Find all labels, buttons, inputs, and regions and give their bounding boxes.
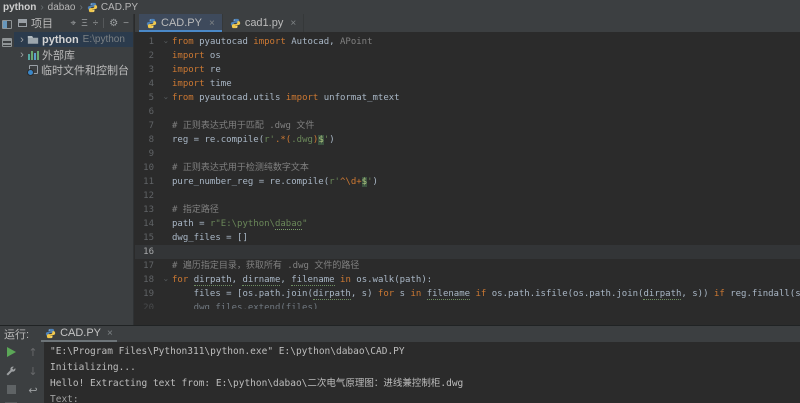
tab-cad-py[interactable]: CAD.PY ×	[139, 14, 223, 32]
project-panel-header: 项目 ⌖ Ξ ÷ ⚙ −	[14, 14, 133, 32]
stop-button[interactable]	[7, 385, 16, 394]
code-line: 20 dwg_files.extend(files)	[135, 301, 800, 309]
project-view-icon	[18, 19, 27, 27]
toolbar-divider	[103, 18, 104, 28]
code-line: 7# 正则表达式用于匹配 .dwg 文件	[135, 119, 800, 133]
hide-panel-icon[interactable]: −	[123, 18, 129, 29]
code-line: 3import re	[135, 63, 800, 77]
structure-tool-icon[interactable]	[2, 38, 12, 47]
project-panel-title: 项目	[31, 15, 53, 31]
tree-item-scratches[interactable]: 临时文件和控制台	[14, 62, 133, 77]
code-line: 16	[135, 245, 800, 259]
console-line: "E:\Program Files\Python311\python.exe" …	[50, 344, 800, 360]
run-panel-title: 运行:	[4, 326, 29, 342]
python-file-icon	[45, 328, 56, 339]
code-area[interactable]: 1›from pyautocad import Autocad, APoint2…	[135, 32, 800, 309]
breadcrumb-folder[interactable]: dabao	[48, 2, 76, 13]
chevron-right-icon[interactable]: ›	[17, 49, 27, 61]
run-panel: 运行: CAD.PY × ↑ ↓ ↩ ↓	[0, 325, 800, 403]
expand-icon[interactable]: ÷	[93, 18, 99, 29]
close-icon[interactable]: ×	[209, 18, 215, 29]
tree-item-label: 外部库	[42, 47, 75, 62]
code-line: 11pure_number_reg = re.compile(r'^\d+$')	[135, 175, 800, 189]
tab-label: CAD.PY	[161, 17, 202, 29]
code-line: 18›for dirpath, dirname, filename in os.…	[135, 273, 800, 287]
breadcrumb: python › dabao › CAD.PY	[0, 0, 800, 14]
console-line: Initializing...	[50, 360, 800, 376]
console-output[interactable]: "E:\Program Files\Python311\python.exe" …	[44, 342, 800, 403]
code-line: 19 files = [os.path.join(dirpath, s) for…	[135, 287, 800, 301]
console-line: Hello! Extracting text from: E:\python\d…	[50, 376, 800, 392]
code-editor[interactable]: 1›from pyautocad import Autocad, APoint2…	[135, 32, 800, 325]
tree-item-path: E:\python	[83, 34, 125, 45]
chevron-right-icon[interactable]: ›	[17, 34, 27, 46]
ide-window: python › dabao › CAD.PY 项目 ⌖ Ξ ÷ ⚙	[0, 0, 800, 403]
console-line-partial: Text:	[50, 392, 800, 403]
project-panel: 项目 ⌖ Ξ ÷ ⚙ − › python E:\python	[14, 14, 134, 325]
code-line: 13# 指定路径	[135, 203, 800, 217]
code-line: 12	[135, 189, 800, 203]
locate-file-icon[interactable]: ⌖	[71, 18, 77, 29]
code-line: 15dwg_files = []	[135, 231, 800, 245]
breadcrumb-file[interactable]: CAD.PY	[87, 2, 138, 13]
code-line: 5›from pyautocad.utils import unformat_m…	[135, 91, 800, 105]
tree-item-external-libraries[interactable]: › 外部库	[14, 47, 133, 62]
down-arrow-icon[interactable]: ↓	[28, 366, 37, 377]
chevron-right-icon: ›	[79, 2, 82, 13]
tab-cad1-py[interactable]: cad1.py ×	[223, 14, 304, 32]
tree-item-label: python	[42, 34, 79, 46]
collapse-all-icon[interactable]: Ξ	[81, 18, 88, 29]
code-line: 1›from pyautocad import Autocad, APoint	[135, 35, 800, 49]
code-line: 8reg = re.compile(r'.*(.dwg)$')	[135, 133, 800, 147]
close-icon[interactable]: ×	[290, 18, 296, 29]
soft-wrap-icon[interactable]: ↩	[28, 385, 37, 396]
python-file-icon	[146, 18, 157, 29]
tab-label: cad1.py	[245, 17, 284, 29]
code-line: 2import os	[135, 49, 800, 63]
project-tool-icon[interactable]	[2, 20, 12, 29]
gear-icon[interactable]: ⚙	[109, 18, 118, 29]
breadcrumb-file-label: CAD.PY	[101, 2, 138, 13]
tree-item-label: 临时文件和控制台	[41, 62, 129, 77]
wrench-icon[interactable]	[5, 365, 17, 377]
code-line: 10# 正则表达式用于检测纯数字文本	[135, 161, 800, 175]
editor-tab-bar: CAD.PY × cad1.py ×	[135, 14, 800, 32]
python-file-icon	[230, 18, 241, 29]
breadcrumb-project[interactable]: python	[3, 2, 36, 13]
rerun-button[interactable]	[7, 347, 16, 357]
tree-item-python-root[interactable]: › python E:\python	[14, 32, 133, 47]
code-line: 14path = r"E:\python\dabao"	[135, 217, 800, 231]
close-icon[interactable]: ×	[107, 328, 113, 339]
code-line: 4import time	[135, 77, 800, 91]
run-tab-cad-py[interactable]: CAD.PY ×	[41, 326, 117, 342]
python-file-icon	[87, 2, 98, 13]
libraries-icon	[28, 50, 39, 60]
up-arrow-icon[interactable]: ↑	[28, 347, 37, 358]
run-toolbar: ↑ ↓ ↩ ↓	[0, 342, 44, 403]
code-line: 6	[135, 105, 800, 119]
editor-area: CAD.PY × cad1.py × 1›from pyautocad impo…	[135, 14, 800, 325]
main-area: 项目 ⌖ Ξ ÷ ⚙ − › python E:\python	[0, 14, 800, 325]
chevron-right-icon: ›	[40, 2, 43, 13]
run-panel-header: 运行: CAD.PY ×	[0, 326, 800, 342]
tool-window-stripe	[0, 14, 14, 325]
project-tree: › python E:\python › 外部库 临时文件和控制台	[14, 32, 133, 77]
run-tab-label: CAD.PY	[60, 327, 101, 339]
code-line: 9	[135, 147, 800, 161]
folder-icon	[27, 34, 39, 45]
code-line: 17# 遍历指定目录，获取所有 .dwg 文件的路径	[135, 259, 800, 273]
scratches-icon	[29, 65, 38, 74]
